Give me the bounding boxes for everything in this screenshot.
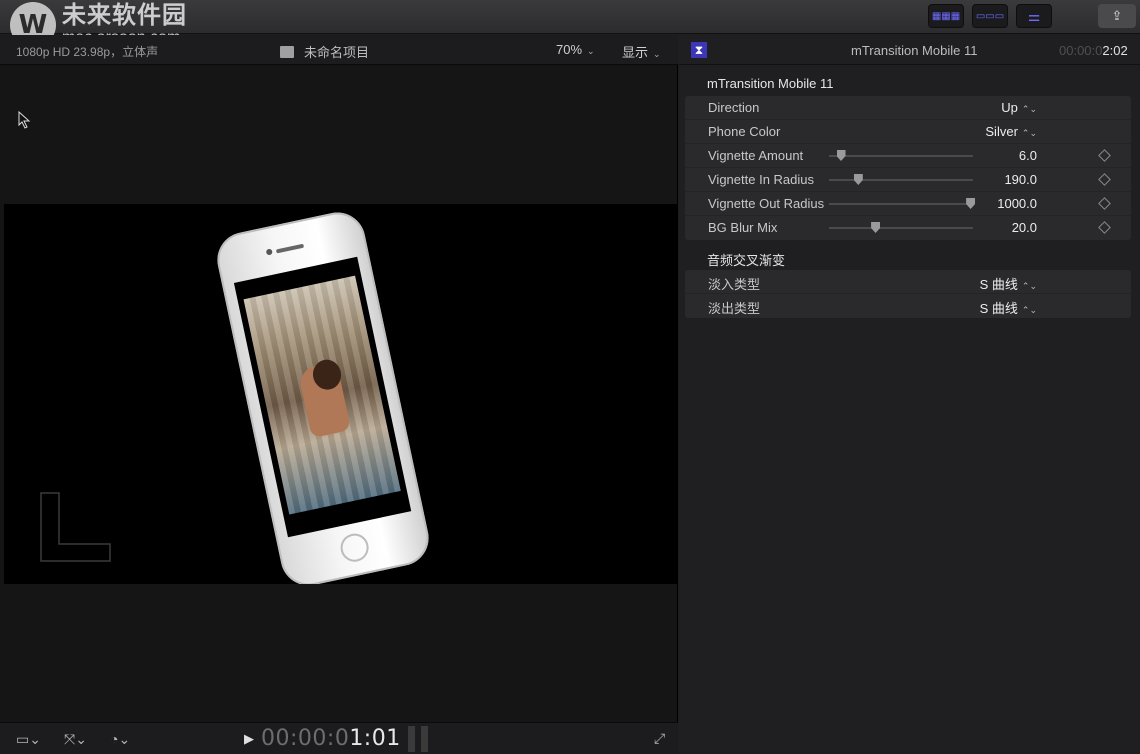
viewer-header: 1080p HD 23.98p，立体声 未命名项目 70% ⌄ 显示 ⌄: [0, 35, 678, 65]
inspector-button[interactable]: ⚌: [1016, 4, 1052, 28]
param-label: BG Blur Mix: [708, 220, 778, 235]
param-vignette-out-radius: Vignette Out Radius 1000.0: [685, 192, 1131, 216]
param-fade-out-type: 淡出类型 S 曲线 ⌃⌄: [685, 294, 1131, 318]
viewer-timecode[interactable]: 00:00:01:01: [261, 726, 401, 751]
param-label: 淡出类型: [708, 301, 761, 316]
effect-section-title: mTransition Mobile 11: [707, 76, 834, 91]
zoom-value: 70%: [556, 42, 583, 57]
zoom-menu[interactable]: 70% ⌄: [556, 42, 595, 57]
updown-chevron-icon: ⌃⌄: [1021, 281, 1037, 291]
slider-knob[interactable]: [836, 150, 846, 161]
inspector-title: mTransition Mobile 11: [851, 43, 978, 58]
grid-icon: ▦▦▦: [931, 10, 961, 22]
param-label: Vignette In Radius: [708, 172, 814, 187]
enhance-menu-icon[interactable]: ⤧⌄: [64, 731, 87, 748]
bg-blur-mix-slider[interactable]: [829, 222, 973, 233]
audio-section-title: 音频交叉渐变: [707, 253, 786, 268]
phone-screen: [233, 256, 412, 538]
chevron-down-icon: ⌄: [587, 46, 595, 56]
top-toolbar: W 未来软件园 mac.orsoon.com ▦▦▦ ▭▭▭ ⚌ ⇪: [0, 0, 1140, 48]
updown-chevron-icon: ⌃⌄: [1021, 305, 1037, 315]
slider-knob[interactable]: [871, 222, 881, 233]
transform-menu-icon[interactable]: ▭⌄: [16, 731, 41, 748]
effect-params: Direction Up ⌃⌄ Phone Color Silver ⌃⌄ Vign…: [685, 96, 1131, 240]
chevron-down-icon: ⌄: [653, 49, 661, 59]
updown-chevron-icon: ⌃⌄: [1021, 104, 1037, 114]
phone-color-popup[interactable]: Silver ⌃⌄: [985, 124, 1037, 139]
keyframe-diamond-icon[interactable]: [1098, 149, 1111, 162]
vignette-in-radius-value[interactable]: 190.0: [1004, 172, 1037, 187]
watermark-title: 未来软件园: [62, 2, 187, 29]
keyframe-diamond-icon[interactable]: [1098, 197, 1111, 210]
param-vignette-in-radius: Vignette In Radius 190.0: [685, 168, 1131, 192]
keyframe-diamond-icon[interactable]: [1098, 221, 1111, 234]
popup-value: S 曲线: [979, 277, 1018, 292]
audio-meter-left: [408, 726, 415, 752]
fade-out-type-popup[interactable]: S 曲线 ⌃⌄: [980, 298, 1037, 317]
display-menu[interactable]: 显示 ⌄: [622, 42, 661, 61]
audio-params: 淡入类型 S 曲线 ⌃⌄ 淡出类型 S 曲线 ⌃⌄: [685, 270, 1131, 318]
fullscreen-icon[interactable]: ⤢: [654, 730, 665, 747]
video-frame[interactable]: [4, 204, 678, 584]
slider-knob[interactable]: [966, 198, 976, 209]
display-label: 显示: [622, 45, 649, 60]
share-button[interactable]: ⇪: [1098, 4, 1136, 28]
param-fade-in-type: 淡入类型 S 曲线 ⌃⌄: [685, 270, 1131, 294]
project-name: 未命名项目: [304, 45, 370, 60]
param-bg-blur-mix: BG Blur Mix 20.0: [685, 216, 1131, 240]
popup-value: Up: [1001, 100, 1018, 115]
transition-glyph: ⧗: [694, 42, 704, 57]
viewer-footer: ▭⌄ ⤧⌄ ◔⌄ ▶ 00:00:01:01 ⤢: [0, 722, 678, 754]
param-label: Vignette Amount: [708, 148, 804, 163]
fade-in-type-popup[interactable]: S 曲线 ⌃⌄: [980, 274, 1037, 293]
browser-grid-button[interactable]: ▦▦▦: [928, 4, 964, 28]
vignette-in-radius-slider[interactable]: [829, 174, 973, 185]
updown-chevron-icon: ⌃⌄: [1021, 128, 1037, 138]
transition-icon: ⧗: [691, 42, 707, 58]
param-vignette-amount: Vignette Amount 6.0: [685, 144, 1131, 168]
iphone-mockup: [212, 207, 434, 584]
vignette-amount-slider[interactable]: [829, 150, 973, 161]
share-icon: ⇪: [1111, 8, 1123, 23]
format-label: 1080p HD 23.98p，立体声: [16, 45, 159, 59]
keyframe-diamond-icon[interactable]: [1098, 173, 1111, 186]
vignette-out-radius-slider[interactable]: [829, 198, 976, 209]
duration-main: 2:02: [1102, 43, 1128, 58]
clapperboard-icon: [280, 45, 294, 58]
play-button[interactable]: ▶: [244, 731, 254, 747]
param-label: 淡入类型: [708, 277, 761, 292]
l-letter-outline: [40, 492, 111, 562]
timeline-button[interactable]: ▭▭▭: [972, 4, 1008, 28]
inspector-duration: 00:00:02:02: [1059, 43, 1128, 58]
mouse-cursor-icon: [18, 111, 31, 129]
speed-menu-icon[interactable]: ◔⌄: [110, 731, 130, 748]
param-label: Vignette Out Radius: [708, 196, 825, 211]
project-title: 未命名项目: [280, 42, 369, 61]
param-label: Phone Color: [708, 124, 781, 139]
sliders-icon: ⚌: [1027, 7, 1041, 24]
inspector-panel: ⧗ mTransition Mobile 11 00:00:02:02 mTra…: [679, 35, 1140, 754]
viewer-panel: 1080p HD 23.98p，立体声 未命名项目 70% ⌄ 显示 ⌄ ▭⌄ …: [0, 35, 678, 754]
param-direction: Direction Up ⌃⌄: [685, 96, 1131, 120]
audio-meter-right: [421, 726, 428, 752]
inspector-header: ⧗ mTransition Mobile 11 00:00:02:02: [679, 35, 1140, 65]
popup-value: S 曲线: [979, 301, 1018, 316]
popup-value: Silver: [985, 124, 1018, 139]
timecode-dim: 00:00:0: [261, 726, 350, 751]
param-label: Direction: [708, 100, 760, 115]
timecode-main: 1:01: [349, 726, 401, 751]
direction-popup[interactable]: Up ⌃⌄: [1001, 100, 1037, 115]
duration-dim: 00:00:0: [1059, 43, 1103, 58]
timeline-icon: ▭▭▭: [975, 10, 1005, 22]
bg-blur-mix-value[interactable]: 20.0: [1012, 220, 1037, 235]
vignette-amount-value[interactable]: 6.0: [1019, 148, 1037, 163]
param-phone-color: Phone Color Silver ⌃⌄: [685, 120, 1131, 144]
vignette-out-radius-value[interactable]: 1000.0: [997, 196, 1037, 211]
slider-knob[interactable]: [853, 174, 863, 185]
